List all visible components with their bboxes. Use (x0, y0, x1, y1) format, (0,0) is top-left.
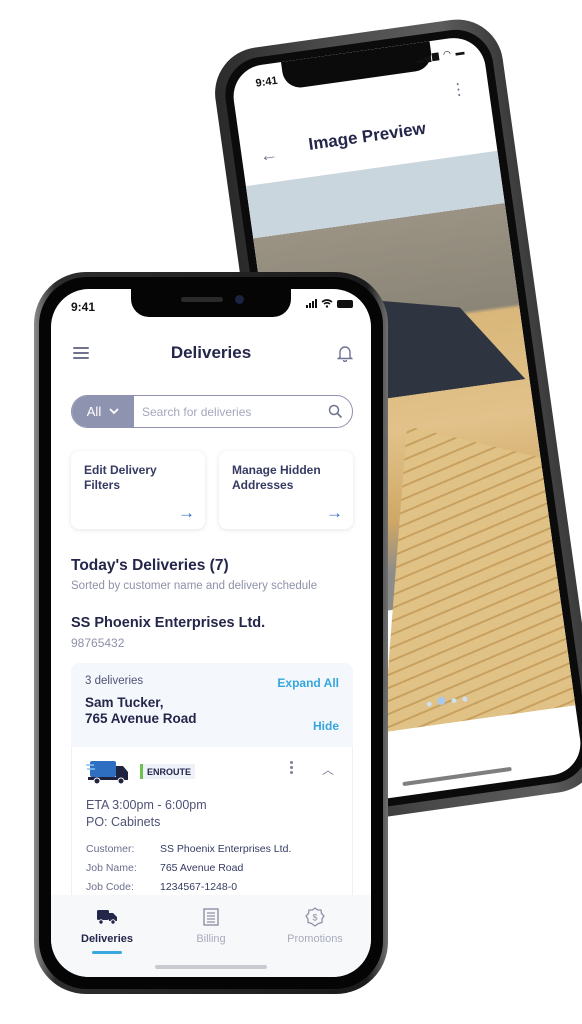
notification-bell-icon[interactable] (337, 344, 353, 362)
chevron-down-icon (109, 408, 119, 415)
detail-row: Customer: SS Phoenix Enterprises Ltd. (86, 843, 291, 862)
app-header: Deliveries (51, 339, 371, 371)
search-icon[interactable] (318, 396, 352, 427)
front-phone-bezel: 9:41 Deliveries All Search for deliverie… (39, 277, 383, 989)
carousel-dot[interactable] (450, 697, 457, 704)
tab-label: Billing (196, 933, 226, 945)
arrow-right-icon: → (178, 503, 195, 522)
customer-id: 98765432 (71, 636, 125, 650)
detail-row: Job Name: 765 Avenue Road (86, 862, 291, 881)
customer-name: SS Phoenix Enterprises Ltd. (71, 615, 266, 631)
filter-value: All (86, 404, 102, 419)
eta-text: ETA 3:00pm - 6:00pm (86, 798, 207, 812)
status-badge: ENROUTE (140, 764, 196, 779)
home-indicator (155, 965, 267, 969)
hide-link[interactable]: Hide (313, 719, 339, 733)
camera (235, 295, 244, 304)
notch (280, 41, 434, 90)
address-line-2: 765 Avenue Road (85, 711, 197, 726)
delivery-item: ENROUTE ︿ ETA 3:00pm - 6:00pm PO: Cabine… (71, 747, 353, 912)
active-tab-indicator (92, 951, 122, 954)
truck-icon (97, 910, 117, 925)
carousel-dot-active[interactable] (436, 696, 446, 706)
truck-icon (86, 761, 128, 785)
card-label: Manage Hidden Addresses (232, 463, 321, 492)
tab-label: Promotions (287, 933, 343, 945)
status-time: 9:41 (71, 300, 96, 314)
deliveries-screen: 9:41 Deliveries All Search for deliverie… (51, 289, 371, 977)
signal-icon (306, 299, 317, 308)
front-phone-mockup: 9:41 Deliveries All Search for deliverie… (34, 272, 388, 994)
svg-text:$: $ (312, 913, 317, 923)
delivery-eta: ETA 3:00pm - 6:00pm PO: Cabinets (86, 797, 207, 831)
wifi-icon (321, 299, 333, 308)
search-bar: All (71, 395, 353, 428)
arrow-right-icon: → (326, 503, 343, 522)
detail-key: Job Name: (86, 862, 137, 874)
speaker (181, 297, 223, 302)
carousel-dot[interactable] (461, 696, 468, 703)
edit-delivery-filters-card[interactable]: Edit Delivery Filters → (71, 451, 205, 529)
page-title: Deliveries (170, 343, 252, 362)
detail-value: SS Phoenix Enterprises Ltd. (160, 843, 292, 855)
tab-promotions[interactable]: $ Promotions (265, 907, 365, 945)
filter-dropdown[interactable]: All (72, 396, 134, 427)
section-title: Today's Deliveries (7) (71, 557, 229, 574)
tab-deliveries[interactable]: Deliveries (57, 907, 157, 954)
delivery-group-header: 3 deliveries Expand All Sam Tucker, 765 … (71, 663, 353, 747)
detail-key: Customer: (86, 843, 135, 855)
status-time: 9:41 (254, 74, 279, 90)
home-indicator (402, 766, 512, 787)
quick-action-cards: Edit Delivery Filters → Manage Hidden Ad… (71, 451, 353, 529)
carousel-dot[interactable] (425, 701, 432, 708)
search-input[interactable] (134, 396, 318, 427)
detail-value: 765 Avenue Road (160, 862, 244, 874)
more-options-icon[interactable]: ⋮ (449, 81, 467, 100)
tab-billing[interactable]: Billing (161, 907, 261, 945)
group-address: Sam Tucker, 765 Avenue Road (85, 695, 339, 727)
dollar-badge-icon: $ (305, 907, 325, 927)
bottom-tab-bar: Deliveries Billing $ Promotions (51, 895, 371, 977)
address-line-1: Sam Tucker, (85, 695, 164, 710)
status-icons (306, 299, 353, 308)
battery-icon (337, 299, 353, 308)
expand-all-link[interactable]: Expand All (277, 676, 339, 690)
card-label: Edit Delivery Filters (84, 463, 157, 492)
notch (131, 289, 291, 317)
manage-hidden-addresses-card[interactable]: Manage Hidden Addresses → (219, 451, 353, 529)
section-subtitle: Sorted by customer name and delivery sch… (71, 580, 318, 592)
invoice-icon (203, 908, 219, 926)
chevron-up-icon[interactable]: ︿ (322, 761, 334, 778)
more-options-icon[interactable] (290, 761, 294, 776)
tab-label: Deliveries (81, 933, 133, 945)
po-text: PO: Cabinets (86, 815, 161, 829)
